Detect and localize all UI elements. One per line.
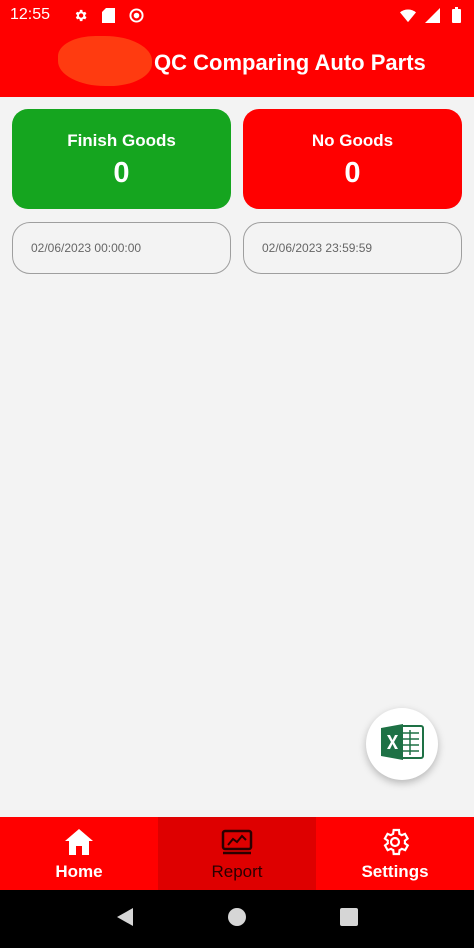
nav-settings-label: Settings [361,861,429,881]
finish-goods-label: Finish Goods [67,131,176,150]
circle-record-icon [128,7,144,23]
back-icon[interactable] [116,907,134,932]
status-icons-right [400,7,464,23]
gear-icon [379,826,411,858]
status-bar: 12:55 [0,0,474,30]
nav-report[interactable]: Report [158,817,316,890]
signal-icon [424,7,440,23]
date-to-field[interactable]: 02/06/2023 23:59:59 [243,222,462,274]
excel-icon [379,722,425,767]
nav-report-label: Report [211,861,263,881]
no-goods-count: 0 [344,157,361,189]
no-goods-card[interactable]: No Goods 0 [243,109,462,209]
wifi-icon [400,7,416,23]
finish-goods-card[interactable]: Finish Goods 0 [12,109,231,209]
status-icons-left [72,7,144,23]
recents-icon[interactable] [339,907,358,931]
date-to-value: 02/06/2023 23:59:59 [262,241,373,255]
report-chart-icon [221,826,253,858]
nav-home-label: Home [55,861,103,881]
app-bar: QC Comparing Auto Parts [0,30,474,97]
no-goods-label: No Goods [311,131,394,150]
bottom-navigation: Home Report Settings [0,817,474,890]
app-logo [58,36,152,86]
finish-goods-count: 0 [113,157,130,189]
home-icon [64,826,94,858]
app-title: QC Comparing Auto Parts [154,50,426,75]
export-excel-button[interactable] [366,708,438,780]
sd-card-icon [100,7,116,23]
status-time: 12:55 [10,6,51,23]
nav-home[interactable]: Home [0,817,158,890]
battery-icon [448,7,464,23]
nav-settings[interactable]: Settings [316,817,474,890]
date-from-field[interactable]: 02/06/2023 00:00:00 [12,222,231,274]
home-circle-icon[interactable] [227,907,247,932]
date-from-value: 02/06/2023 00:00:00 [31,241,142,255]
system-navigation-bar [0,890,474,948]
settings-icon [72,7,88,23]
